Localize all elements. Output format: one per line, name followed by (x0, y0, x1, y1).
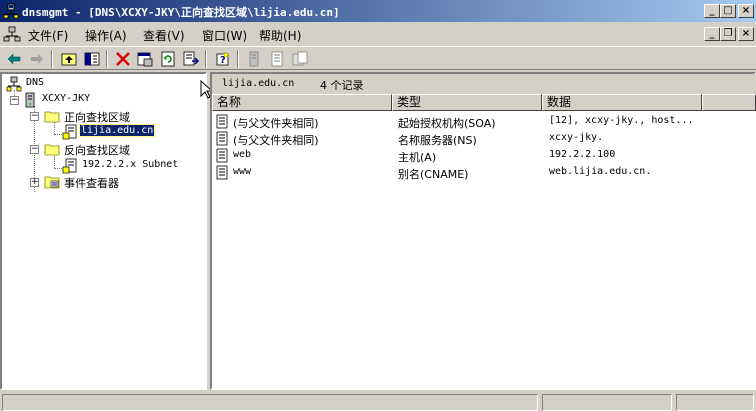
menu-file[interactable]: 文件(F) (28, 27, 68, 44)
dns-app-icon (3, 3, 19, 19)
tree-label-lijia: lijia.edu.cn (78, 124, 156, 137)
status-cell-main (2, 394, 538, 411)
mdi-close-button[interactable]: × (738, 27, 754, 41)
record-name: www (233, 166, 252, 177)
record-name: web (233, 149, 252, 160)
tree-item-server[interactable]: − XCXY-JKY (6, 92, 146, 108)
toolbar-separator (51, 50, 53, 68)
record-type: 主机(A) (398, 151, 437, 164)
record-count-label: 4 个记录 (320, 79, 364, 92)
zone-icon (62, 124, 77, 140)
mmc-document-icon[interactable] (3, 26, 21, 42)
column-header-data[interactable]: 数据 (542, 94, 702, 111)
new-record-icon[interactable] (268, 50, 286, 68)
toolbar: ? (0, 46, 756, 70)
up-folder-icon[interactable] (60, 50, 78, 68)
record-row[interactable]: web 主机(A) 192.2.2.100 (212, 147, 756, 164)
record-type: 别名(CNAME) (398, 168, 469, 181)
record-type: 起始授权机构(SOA) (398, 117, 496, 130)
toolbar-separator (205, 50, 207, 68)
tree-label-dns: DNS (26, 77, 45, 88)
forward-icon[interactable] (28, 50, 46, 68)
tree-item-reverse-subnet[interactable]: 192.2.2.x Subnet (60, 158, 200, 174)
result-pane[interactable]: lijia.edu.cn 4 个记录 名称 类型 数据 (与父文件夹相同) 起始… (210, 72, 756, 390)
tree-item-dns-root[interactable]: DNS (6, 76, 126, 92)
new-server-icon[interactable] (245, 50, 263, 68)
record-name: (与父文件夹相同) (233, 134, 319, 147)
record-icon (216, 114, 228, 129)
record-data: web.lijia.edu.cn. (549, 166, 652, 177)
tree-item-event-viewer[interactable]: + 事件查看器 (26, 174, 196, 190)
close-button[interactable]: × (738, 4, 754, 18)
column-header-filler (702, 94, 756, 111)
export-list-icon[interactable] (182, 50, 200, 68)
collapse-toggle[interactable]: − (30, 145, 39, 154)
show-hide-tree-icon[interactable] (83, 50, 101, 68)
toolbar-separator (237, 50, 239, 68)
refresh-icon[interactable] (159, 50, 177, 68)
column-header-type[interactable]: 类型 (392, 94, 542, 111)
zone-name-label: lijia.edu.cn (222, 78, 295, 89)
properties-icon[interactable] (136, 50, 154, 68)
expand-toggle[interactable]: + (30, 178, 39, 187)
mdi-minimize-button[interactable]: _ (704, 27, 720, 41)
toolbar-separator (106, 50, 108, 68)
minimize-button[interactable]: _ (704, 4, 720, 18)
menu-view[interactable]: 查看(V) (143, 27, 185, 44)
status-cell-tertiary (676, 394, 754, 411)
record-row[interactable]: (与父文件夹相同) 名称服务器(NS) xcxy-jky. (212, 130, 756, 147)
event-viewer-icon (44, 176, 60, 189)
tree-label-reverse-zones: 反向查找区域 (64, 144, 130, 157)
window-titlebar[interactable]: dnsmgmt - [DNS\XCXY-JKY\正向查找区域\lijia.edu… (0, 0, 756, 22)
record-row[interactable]: (与父文件夹相同) 起始授权机构(SOA) [12], xcxy-jky., h… (212, 113, 756, 130)
tree-label-subnet: 192.2.2.x Subnet (82, 159, 179, 170)
dns-root-icon (6, 76, 22, 92)
tree-label-forward-zones: 正向查找区域 (64, 111, 130, 124)
record-data: 192.2.2.100 (549, 149, 616, 160)
tree-item-lijia-zone[interactable]: lijia.edu.cn (60, 124, 170, 140)
status-cell-secondary (542, 394, 672, 411)
record-icon (216, 165, 228, 180)
record-icon (216, 131, 228, 146)
help-icon[interactable]: ? (214, 50, 232, 68)
record-row[interactable]: www 别名(CNAME) web.lijia.edu.cn. (212, 164, 756, 181)
tree-label-event-viewer: 事件查看器 (64, 177, 119, 190)
result-pane-header: lijia.edu.cn 4 个记录 (212, 74, 756, 94)
record-name: (与父文件夹相同) (233, 117, 319, 130)
zone-icon (62, 158, 77, 174)
back-icon[interactable] (5, 50, 23, 68)
server-icon (25, 92, 35, 108)
window-title: dnsmgmt - [DNS\XCXY-JKY\正向查找区域\lijia.edu… (22, 6, 340, 19)
status-bar (0, 392, 756, 411)
mdi-restore-button[interactable]: ❐ (720, 27, 736, 41)
record-data: xcxy-jky. (549, 132, 604, 143)
maximize-button[interactable]: □ (720, 4, 736, 18)
menu-window[interactable]: 窗口(W) (202, 27, 247, 44)
collapse-toggle[interactable]: − (10, 96, 19, 105)
collapse-toggle[interactable]: − (30, 112, 39, 121)
column-header-name[interactable]: 名称 (212, 94, 392, 111)
menubar: 文件(F) 操作(A) 查看(V) 窗口(W) 帮助(H) _ ❐ × (0, 23, 756, 45)
folder-open-icon (44, 111, 60, 123)
record-data: [12], xcxy-jky., host... (549, 115, 694, 126)
menu-action[interactable]: 操作(A) (85, 27, 127, 44)
console-tree[interactable]: DNS − XCXY-JKY − 正向查找区域 lijia.edu.cn − 反… (0, 72, 207, 390)
folder-open-icon (44, 144, 60, 156)
record-type: 名称服务器(NS) (398, 134, 477, 147)
delete-icon[interactable] (114, 50, 132, 68)
tree-connector (54, 156, 55, 168)
tree-label-server: XCXY-JKY (42, 93, 91, 104)
tree-item-forward-zones[interactable]: − 正向查找区域 (26, 108, 196, 124)
record-icon (216, 148, 228, 163)
tree-item-reverse-zones[interactable]: − 反向查找区域 (26, 141, 196, 157)
new-zone-icon[interactable] (291, 50, 309, 68)
menu-help[interactable]: 帮助(H) (259, 27, 301, 44)
